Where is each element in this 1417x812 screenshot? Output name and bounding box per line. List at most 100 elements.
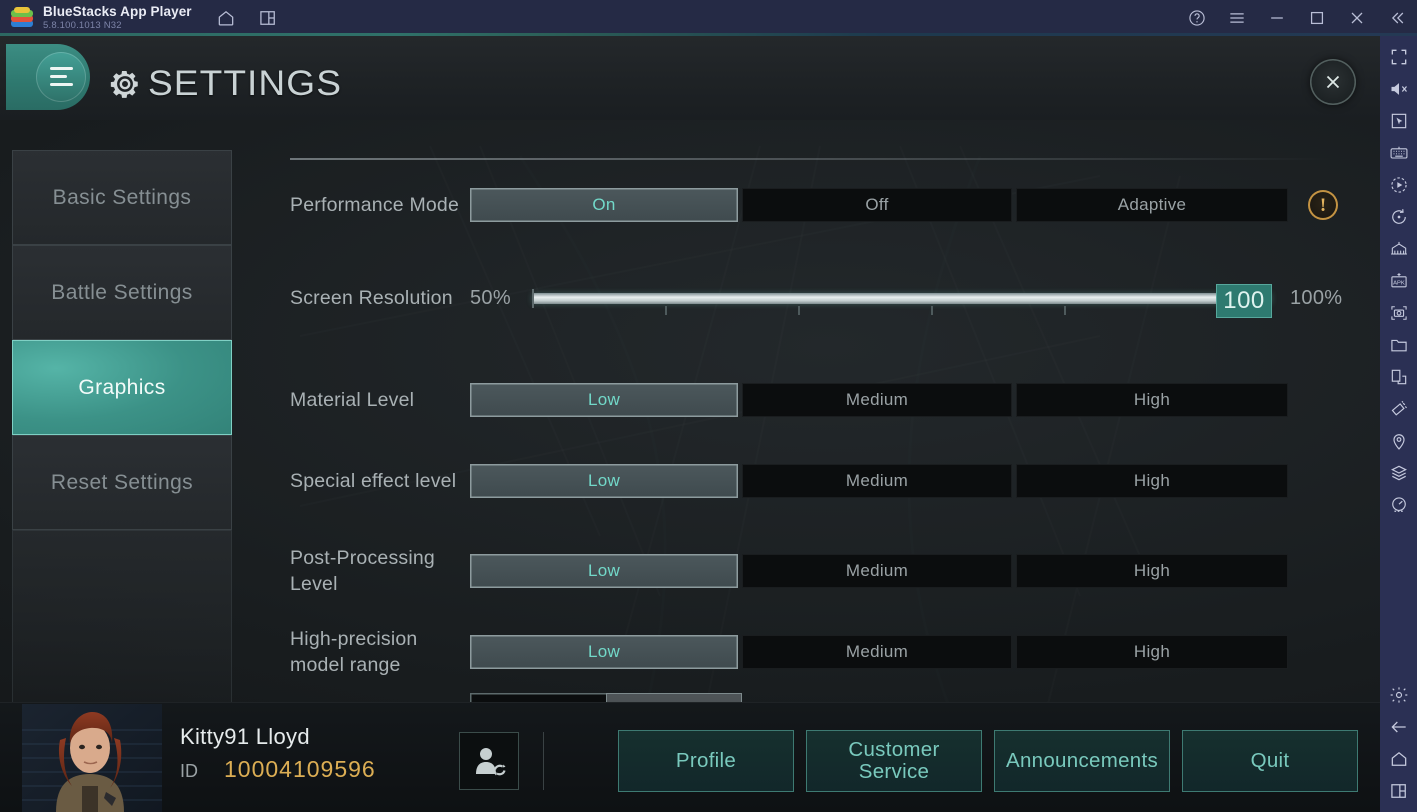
close-settings-button[interactable] [1310,59,1356,105]
menu-icon[interactable] [1227,8,1247,28]
player-id-value: 10004109596 [224,756,376,782]
slider-tick [798,305,800,315]
customer-service-button[interactable]: Customer Service [806,730,982,792]
sidebar-item-basic-settings[interactable]: Basic Settings [12,150,232,245]
multi-instance-icon[interactable] [258,8,278,28]
high-precision-model-range-option-low[interactable]: Low [470,635,738,670]
location-icon[interactable] [1388,430,1410,452]
sidebar-item-graphics[interactable]: Graphics [12,340,232,435]
mute-icon[interactable] [1388,78,1410,100]
settings-header: SETTINGS [0,36,1380,120]
quit-button[interactable]: Quit [1182,730,1358,792]
help-icon[interactable] [1187,8,1207,28]
performance-mode-option-on[interactable]: On [470,188,738,222]
row-screen-resolution: Screen Resolution 50% 100 100% [240,281,1380,318]
app-version: 5.8.100.1013 N32 [43,20,122,32]
gear-icon [108,67,142,101]
row-label: Material Level [290,388,415,411]
avatar[interactable] [22,704,162,812]
fullscreen-icon[interactable] [1388,46,1410,68]
switch-account-button[interactable] [459,732,519,790]
svg-text:APK: APK [1393,281,1405,287]
bluestacks-sidebar: APK [1380,36,1417,812]
performance-mode-option-off[interactable]: Off [742,188,1012,222]
bluestacks-window: BlueStacks App Player 5.8.100.1013 N32 S… [0,0,1417,812]
close-icon [1326,75,1340,89]
player-id-label: ID [180,761,198,781]
post-processing-level-option-low[interactable]: Low [470,554,738,589]
material-level-option-medium[interactable]: Medium [742,383,1012,417]
hamburger-icon [50,67,73,86]
special-effect-level-option-low[interactable]: Low [470,464,738,498]
keymap-icon[interactable] [1388,238,1410,260]
player-bar-divider [543,732,544,790]
high-precision-model-range-option-medium[interactable]: Medium [742,635,1012,670]
row-material-level: Material Level Low Medium High [240,383,1380,417]
close-icon[interactable] [1347,8,1367,28]
clean-icon[interactable] [1388,398,1410,420]
player-bar-buttons: Profile Customer Service Announcements Q… [618,730,1358,792]
high-precision-model-range-option-high[interactable]: High [1016,635,1288,670]
material-level-option-high[interactable]: High [1016,383,1288,417]
material-level-option-low[interactable]: Low [470,383,738,417]
sidebar-item-battle-settings[interactable]: Battle Settings [12,245,232,340]
rotate-icon[interactable] [1388,206,1410,228]
sidebar-item-reset-settings[interactable]: Reset Settings [12,435,232,530]
performance-mode-option-adaptive[interactable]: Adaptive [1016,188,1288,222]
back-icon[interactable] [1388,716,1410,738]
special-effect-level-option-medium[interactable]: Medium [742,464,1012,498]
home-icon[interactable] [216,8,236,28]
slider-track[interactable]: 100 [532,283,1272,318]
page-title-group: SETTINGS [108,64,341,104]
slider-tick [1064,305,1066,315]
player-id-row: ID 10004109596 [180,756,376,783]
special-effect-level-option-high[interactable]: High [1016,464,1288,498]
special-effect-level-options: Low Medium High [470,464,1288,498]
recents-icon[interactable] [1388,780,1410,802]
slider-handle[interactable]: 100 [1216,283,1272,318]
row-post-processing-level: Post-Processing Level Low Medium High [240,545,1380,598]
post-processing-level-option-high[interactable]: High [1016,554,1288,589]
row-label: Performance Mode [290,193,460,216]
install-apk-icon[interactable]: APK [1388,270,1410,292]
titlebar-text: BlueStacks App Player 5.8.100.1013 N32 [43,4,192,32]
game-screen: SETTINGS Basic Settings Battle Settings … [0,36,1380,812]
minimize-icon[interactable] [1267,8,1287,28]
hamburger-button[interactable] [6,44,90,110]
slider-max-label: 100% [1290,286,1343,309]
page-title: SETTINGS [148,64,343,103]
home-icon[interactable] [1388,748,1410,770]
row-label: Special effect level [290,469,457,492]
eco-mode-icon[interactable] [1388,494,1410,516]
keyboard-icon[interactable] [1388,142,1410,164]
settings-content: Performance Mode On Off Adaptive ! Scree… [240,148,1380,736]
layers-icon[interactable] [1388,462,1410,484]
multi-instance-icon[interactable] [1388,366,1410,388]
post-processing-level-option-medium[interactable]: Medium [742,554,1012,589]
character-portrait [22,704,162,812]
performance-mode-options: On Off Adaptive [470,188,1288,222]
collapse-icon[interactable] [1387,8,1407,28]
screenshot-icon[interactable] [1388,302,1410,324]
warning-glyph: ! [1319,194,1327,216]
sidebar-item-label: Reset Settings [50,470,194,494]
macro-record-icon[interactable] [1388,174,1410,196]
sidebar-item-label: Battle Settings [51,280,193,304]
gear-icon[interactable] [1388,684,1410,706]
slider-tick [665,305,667,315]
pointer-icon[interactable] [1388,110,1410,132]
media-folder-icon[interactable] [1388,334,1410,356]
announcements-button[interactable]: Announcements [994,730,1170,792]
sidebar-item-label: Graphics [78,375,166,399]
slider-tick [931,305,933,315]
row-special-effect-level: Special effect level Low Medium High [240,464,1380,498]
player-info: Kitty91 Lloyd ID 10004109596 [180,724,376,783]
performance-mode-warning-icon[interactable]: ! [1308,190,1338,220]
post-processing-level-options: Low Medium High [470,554,1288,589]
settings-sidebar: Basic Settings Battle Settings Graphics … [12,150,232,736]
titlebar: BlueStacks App Player 5.8.100.1013 N32 [0,0,1417,36]
profile-button[interactable]: Profile [618,730,794,792]
maximize-icon[interactable] [1307,8,1327,28]
row-performance-mode: Performance Mode On Off Adaptive ! [240,188,1380,222]
screen-resolution-slider[interactable]: 100 [532,281,1272,318]
